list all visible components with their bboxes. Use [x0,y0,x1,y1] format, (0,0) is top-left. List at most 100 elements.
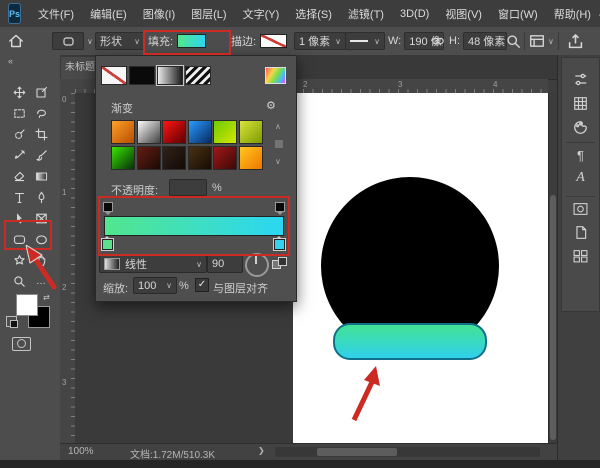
adjustments-panel-icon[interactable] [562,202,599,216]
gradient-preset-swatch[interactable] [111,146,135,170]
gradient-preset-swatch[interactable] [239,146,263,170]
menu-help[interactable]: 帮助(H) [546,6,599,22]
swap-colors-icon[interactable]: ⇄ [43,293,50,302]
menu-select[interactable]: 选择(S) [287,6,340,22]
export-button[interactable] [567,27,584,55]
menu-window[interactable]: 窗口(W) [490,6,546,22]
menu-3d[interactable]: 3D(D) [392,8,437,20]
crop-icon [35,128,48,141]
opacity-input[interactable] [169,179,207,196]
vertical-scrollbar-thumb[interactable] [550,195,556,440]
menu-layer[interactable]: 图层(L) [183,6,234,22]
stroke-swatch[interactable] [260,34,287,48]
fill-none-button[interactable] [101,66,127,85]
tool-type[interactable] [8,187,30,208]
frame-icon [35,212,48,225]
tool-frame[interactable] [30,208,52,229]
align-options-button[interactable]: ∨ [529,27,554,55]
gradient-editor-bar[interactable] [104,216,284,236]
tool-quick-select[interactable] [8,124,30,145]
properties-panel-icon[interactable] [562,72,599,87]
stroke-type-select[interactable]: ∨ [345,27,385,55]
tool-preset-picker[interactable]: ∨ [52,27,93,55]
color-picker-button[interactable] [265,67,286,84]
tool-brush[interactable] [30,145,52,166]
menu-view[interactable]: 视图(V) [437,6,490,22]
collapse-tools-icon[interactable]: « [8,56,13,66]
align-with-layer-checkbox[interactable]: ✓ [195,278,209,292]
libraries-panel-icon[interactable] [562,225,599,240]
gradient-preset-swatch[interactable] [213,146,237,170]
gradient-preset-swatch[interactable] [162,120,186,144]
photoshop-window: Ps 文件(F) 编辑(E) 图像(I) 图层(L) 文字(Y) 选择(S) 滤… [0,0,600,468]
menu-edit[interactable]: 编辑(E) [82,6,135,22]
fill-swatch[interactable] [177,34,206,48]
tool-artboard[interactable] [30,82,52,103]
document-tab[interactable]: 未标题-1 [61,57,98,79]
solid-line-icon [350,40,368,42]
fill-gradient-button[interactable] [157,66,183,85]
tool-gradient[interactable] [30,166,52,187]
glyphs-panel-icon[interactable]: A [562,170,599,186]
opacity-label: 不透明度: [111,182,158,198]
scroll-box-icon[interactable] [275,140,283,148]
gradient-rounded-rectangle-shape[interactable] [333,323,487,360]
tool-eraser[interactable] [8,166,30,187]
gradient-preset-swatch[interactable] [162,146,186,170]
gradient-preset-swatch[interactable] [188,146,212,170]
width-label: W: [388,35,401,47]
stroke-width-select[interactable]: 1 像素∨ [294,27,346,55]
color-panel-icon[interactable] [562,120,599,135]
reverse-gradient-icon[interactable] [272,257,287,270]
tool-crop[interactable] [30,124,52,145]
angle-input[interactable]: 90 [207,255,243,273]
status-chevron-icon[interactable]: ❯ [258,446,265,455]
gradient-preset-swatch[interactable] [213,120,237,144]
menu-file[interactable]: 文件(F) [30,6,82,22]
shape-height-field[interactable]: H: 48 像素 [449,27,507,55]
tool-path-select[interactable] [8,208,30,229]
gradient-preset-swatch[interactable] [137,120,161,144]
scroll-down-icon[interactable]: ∨ [275,157,281,166]
swatches-panel-icon[interactable] [562,96,599,111]
tool-pen[interactable] [30,187,52,208]
patterns-panel-icon[interactable] [562,249,599,263]
default-colors-icon[interactable] [6,316,17,327]
gradient-preset-swatch[interactable] [239,120,263,144]
scale-label: 缩放: [103,280,128,296]
menu-filter[interactable]: 滤镜(T) [340,6,392,22]
color-stop-green[interactable] [102,239,113,250]
tool-move[interactable] [8,82,30,103]
gear-icon[interactable]: ⚙ [266,99,276,112]
scale-input[interactable]: 100∨ [133,277,177,294]
home-button[interactable] [8,27,24,55]
fill-pattern-button[interactable] [185,66,211,85]
vertical-ruler[interactable]: 0 1 2 3 [60,93,76,443]
gradient-preset-swatch[interactable] [111,120,135,144]
tool-mode-select[interactable]: 形状∨ [95,27,145,55]
color-stop-cyan[interactable] [274,239,285,250]
horizontal-scrollbar-thumb[interactable] [317,448,397,456]
gradient-preset-swatch[interactable] [188,120,212,144]
gradient-preset-swatch[interactable] [137,146,161,170]
menu-type[interactable]: 文字(Y) [235,6,288,22]
foreground-color-swatch[interactable] [16,294,38,316]
link-dimensions-button[interactable] [431,27,445,55]
opacity-stop-right[interactable] [275,202,285,212]
tool-eyedropper[interactable] [8,145,30,166]
opacity-stop-left[interactable] [103,202,113,212]
zoom-level[interactable]: 100% [68,446,94,457]
horizontal-scrollbar[interactable] [275,447,540,457]
fill-control[interactable]: 填充: [148,27,206,55]
quick-mask-icon[interactable] [12,337,31,351]
scroll-up-icon[interactable]: ∧ [275,122,281,131]
tool-marquee[interactable] [8,103,30,124]
menu-image[interactable]: 图像(I) [135,6,183,22]
path-options-button[interactable] [506,27,521,55]
fill-solid-button[interactable] [129,66,155,85]
gradient-style-select[interactable]: 线性 ∨ [99,255,207,273]
paragraph-panel-icon[interactable]: ¶ [562,148,599,163]
stroke-control[interactable]: 描边: [231,27,287,55]
angle-dial[interactable] [245,253,269,277]
tool-lasso[interactable] [30,103,52,124]
